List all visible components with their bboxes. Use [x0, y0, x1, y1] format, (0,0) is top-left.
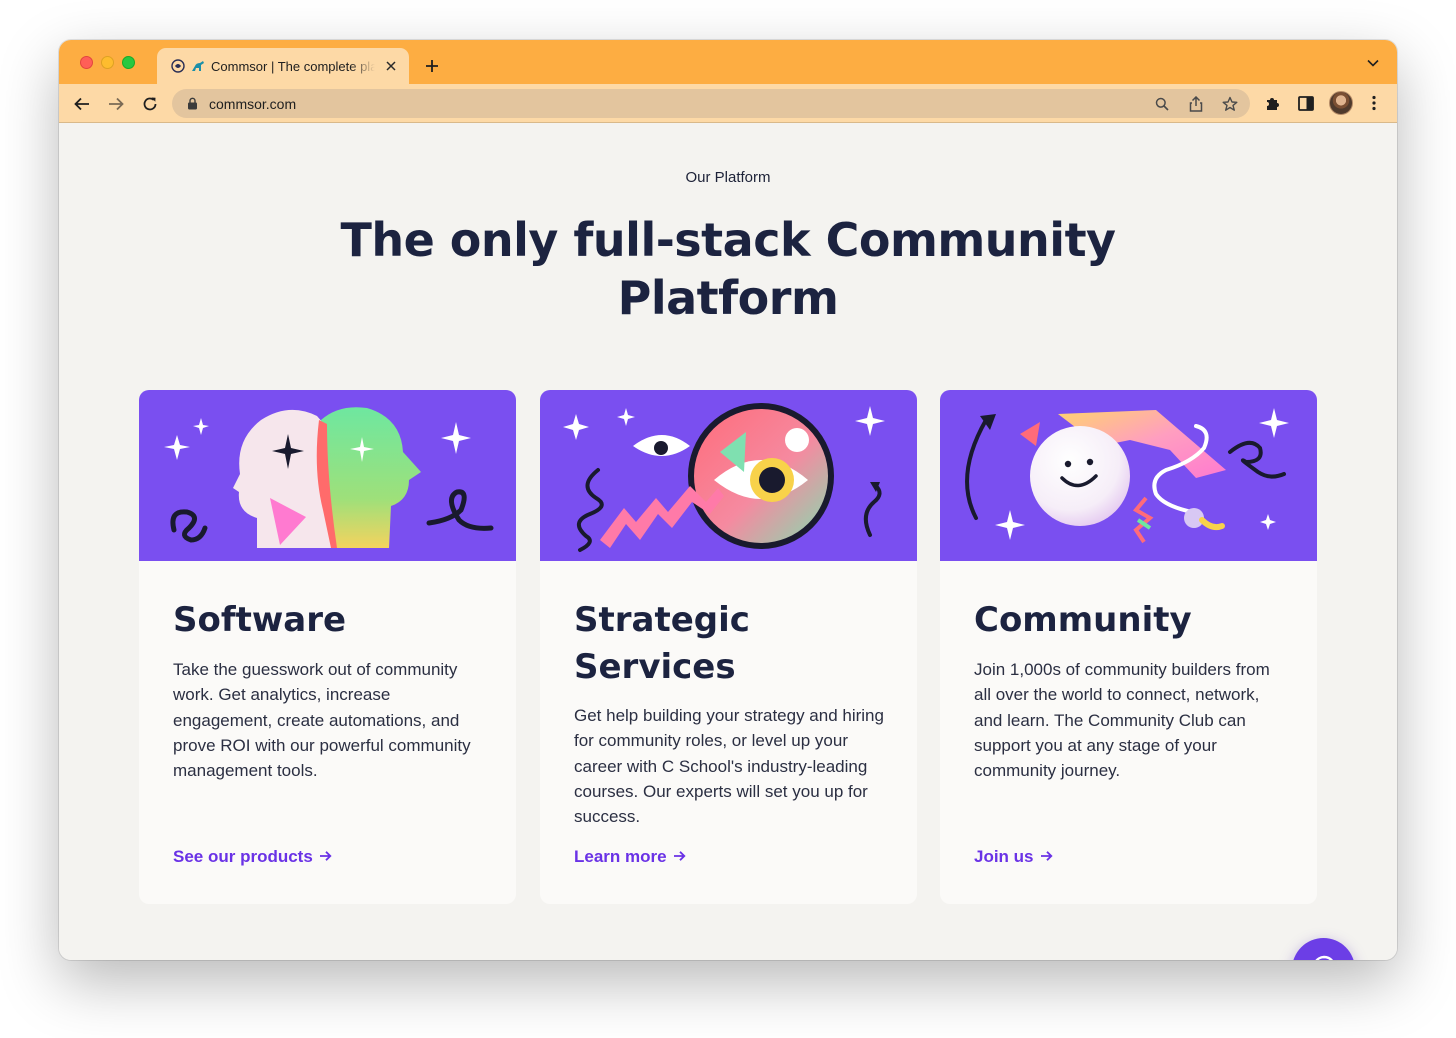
card-title: Community — [974, 600, 1192, 640]
cta-label: Join us — [974, 847, 1034, 866]
browser-window: Commsor | The complete platform commsor.… — [59, 40, 1397, 960]
card-title: Software — [173, 600, 347, 640]
tab-title: Commsor | The complete platform — [211, 58, 375, 74]
section-eyebrow: Our Platform — [685, 169, 771, 186]
cta-label: Learn more — [574, 847, 667, 866]
tab-strip: Commsor | The complete platform — [59, 40, 1397, 84]
close-tab-icon[interactable] — [383, 58, 399, 74]
chat-bubble-icon — [1311, 954, 1337, 960]
headline-line-2: Platform — [617, 271, 839, 325]
reload-icon[interactable] — [139, 93, 161, 115]
chevron-down-icon[interactable] — [1365, 57, 1381, 69]
card-software: Software Take the guesswork out of commu… — [139, 390, 516, 904]
arrow-right-icon — [319, 847, 332, 867]
arrow-right-icon — [1040, 847, 1053, 867]
close-window-button[interactable] — [80, 56, 93, 69]
arrow-right-icon — [673, 847, 686, 867]
browser-toolbar: commsor.com — [59, 84, 1397, 123]
headline-line-1: The only full-stack Community — [340, 213, 1116, 267]
bookmark-star-icon[interactable] — [1220, 94, 1240, 114]
extensions-puzzle-icon[interactable] — [1262, 92, 1284, 114]
card-description: Get help building your strategy and hiri… — [574, 706, 884, 827]
see-our-products-link[interactable]: See our products — [173, 847, 332, 867]
more-menu-icon[interactable] — [1363, 92, 1385, 114]
address-bar[interactable]: commsor.com — [172, 89, 1250, 118]
url-text: commsor.com — [209, 95, 297, 112]
join-us-link[interactable]: Join us — [974, 847, 1053, 867]
profile-avatar[interactable] — [1329, 91, 1353, 115]
community-illustration — [940, 390, 1317, 561]
page-headline: The only full-stack Community Platform — [59, 211, 1397, 327]
share-icon[interactable] — [1186, 94, 1206, 114]
forward-arrow-icon[interactable] — [105, 93, 127, 115]
learn-more-link[interactable]: Learn more — [574, 847, 686, 867]
cta-label: See our products — [173, 847, 313, 866]
minimize-window-button[interactable] — [101, 56, 114, 69]
card-description: Take the guesswork out of community work… — [173, 660, 471, 781]
browser-tab[interactable]: Commsor | The complete platform — [157, 48, 409, 84]
software-illustration — [139, 390, 516, 561]
card-title: Strategic Services — [574, 600, 750, 687]
dinosaur-icon — [191, 59, 205, 73]
zoom-search-icon[interactable] — [1152, 94, 1172, 114]
new-tab-icon[interactable] — [421, 55, 443, 77]
page-content: Our Platform The only full-stack Communi… — [59, 123, 1397, 960]
lock-icon — [187, 97, 199, 111]
card-strategic-services: Strategic Services Get help building you… — [540, 390, 917, 904]
card-community: Community Join 1,000s of community build… — [940, 390, 1317, 904]
card-description: Join 1,000s of community builders from a… — [974, 660, 1270, 781]
strategic-services-illustration — [540, 390, 917, 561]
commsor-favicon-icon — [171, 59, 185, 73]
sidebar-panel-icon[interactable] — [1295, 92, 1317, 114]
chat-launcher-button[interactable] — [1292, 938, 1355, 960]
maximize-window-button[interactable] — [122, 56, 135, 69]
back-arrow-icon[interactable] — [71, 93, 93, 115]
